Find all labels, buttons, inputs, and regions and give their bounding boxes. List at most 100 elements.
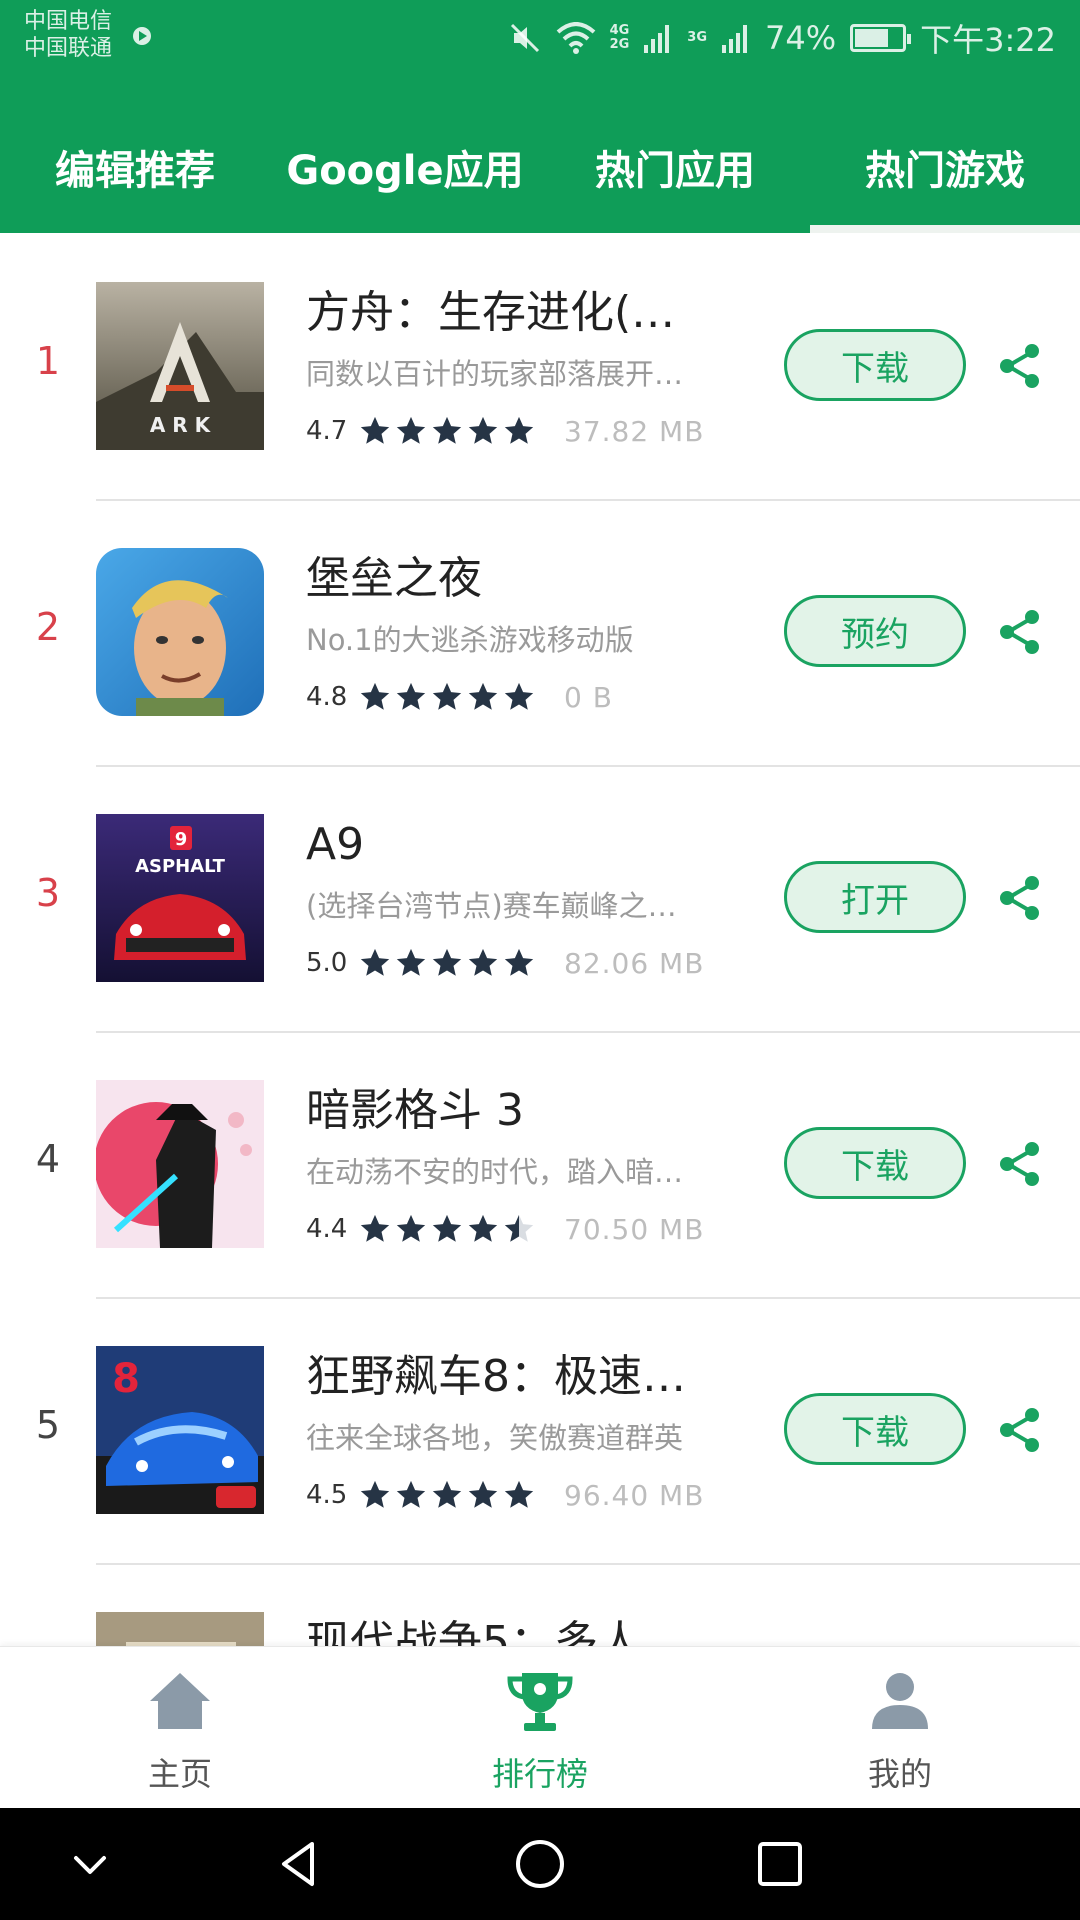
star-icon bbox=[360, 1214, 390, 1242]
game-ranking-list[interactable]: 1 A R K 方舟：生存进化(… 同数以百计的玩家部落展开… 4.7 37.82 MB 下… bbox=[0, 233, 1080, 1646]
mute-icon bbox=[510, 23, 539, 53]
app-description: (选择台湾节点)赛车巅峰之… bbox=[306, 889, 677, 923]
star-rating bbox=[358, 1212, 536, 1246]
star-rating bbox=[358, 414, 536, 448]
app-size: 70.50 MB bbox=[564, 1212, 705, 1246]
star-icon bbox=[468, 682, 498, 710]
star-icon bbox=[504, 1214, 534, 1242]
chevron-down-icon[interactable] bbox=[62, 1836, 118, 1892]
star-icon bbox=[468, 948, 498, 976]
star-icon bbox=[468, 1214, 498, 1242]
carrier-2: 中国联通 bbox=[24, 36, 113, 61]
rank-number: 1 bbox=[35, 339, 61, 383]
status-icons: 4G 2G 3G 74% 下午3:22 bbox=[508, 16, 1056, 60]
star-icon bbox=[504, 1480, 534, 1508]
share-icon[interactable] bbox=[994, 606, 1046, 658]
nav-item-1[interactable]: 排行榜 bbox=[360, 1647, 720, 1808]
app-name[interactable]: 现代战争5：多人… bbox=[306, 1615, 706, 1646]
share-icon[interactable] bbox=[994, 1404, 1046, 1456]
star-icon bbox=[360, 948, 390, 976]
rank-number: 3 bbox=[35, 871, 61, 915]
star-rating bbox=[358, 680, 536, 714]
tab-1[interactable]: Google应用 bbox=[270, 112, 540, 233]
app-name[interactable]: 堡垒之夜 bbox=[306, 551, 706, 607]
action-button[interactable]: 打开 bbox=[784, 861, 966, 933]
app-description: 往来全球各地，笑傲赛道群英 bbox=[306, 1421, 684, 1455]
back-icon[interactable] bbox=[272, 1836, 328, 1892]
app-name[interactable]: 方舟：生存进化(… bbox=[306, 285, 706, 341]
wifi-icon bbox=[556, 22, 595, 54]
star-icon bbox=[504, 416, 534, 444]
app-size: 82.06 MB bbox=[564, 946, 705, 980]
nav-label: 主页 bbox=[147, 1755, 212, 1793]
nav-item-0[interactable]: 主页 bbox=[0, 1647, 360, 1808]
star-icon bbox=[396, 1480, 426, 1508]
action-button[interactable]: 下载 bbox=[784, 1127, 966, 1199]
network-type-label-2: 3G bbox=[687, 30, 707, 45]
category-tabs: 编辑推荐 Google应用 热门应用 热门游戏 bbox=[0, 112, 1080, 233]
share-icon[interactable] bbox=[994, 872, 1046, 924]
modern-combat-game-icon-art bbox=[96, 1612, 264, 1646]
home-circle-icon[interactable] bbox=[512, 1836, 568, 1892]
rating-value: 4.7 bbox=[306, 416, 348, 446]
app-meta: 4.5 96.40 MB bbox=[306, 1475, 704, 1515]
share-icon[interactable] bbox=[994, 1138, 1046, 1190]
tab-label: 热门应用 bbox=[595, 148, 755, 194]
rank-number: 5 bbox=[35, 1403, 61, 1447]
tab-2[interactable]: 热门应用 bbox=[540, 112, 810, 233]
asphalt-game-icon[interactable]: 9 ASPHALT bbox=[96, 814, 264, 982]
star-icon bbox=[504, 682, 534, 710]
app-size: 96.40 MB bbox=[564, 1478, 705, 1512]
person-icon bbox=[872, 1673, 928, 1729]
app-meta: 4.8 0 B bbox=[306, 677, 613, 717]
bottom-navigation: 主页 排行榜 我的 bbox=[0, 1646, 1080, 1808]
asphalt8-game-icon[interactable]: 8 bbox=[96, 1346, 264, 1514]
app-meta: 4.7 37.82 MB bbox=[306, 411, 704, 451]
app-description: No.1的大逃杀游戏移动版 bbox=[306, 623, 634, 657]
action-button[interactable]: 预约 bbox=[784, 595, 966, 667]
star-rating bbox=[358, 946, 536, 980]
rating-value: 4.8 bbox=[306, 682, 348, 712]
app-meta: 4.4 70.50 MB bbox=[306, 1209, 704, 1249]
share-icon[interactable] bbox=[994, 340, 1046, 392]
modern-combat-game-icon[interactable] bbox=[96, 1612, 264, 1646]
system-navigation-bar bbox=[0, 1808, 1080, 1920]
shadow-fight-game-icon[interactable] bbox=[96, 1080, 264, 1248]
fortnite-game-icon[interactable] bbox=[96, 548, 264, 716]
list-item[interactable]: 1 A R K 方舟：生存进化(… 同数以百计的玩家部落展开… 4.7 37.82 MB 下… bbox=[0, 233, 1080, 499]
star-icon bbox=[432, 682, 462, 710]
fortnite-game-icon-art bbox=[96, 548, 264, 716]
tab-label: 热门游戏 bbox=[865, 148, 1025, 194]
nav-item-2[interactable]: 我的 bbox=[720, 1647, 1080, 1808]
action-button[interactable]: 下载 bbox=[784, 329, 966, 401]
trophy-icon bbox=[507, 1673, 573, 1731]
ark-game-icon[interactable]: A R K bbox=[96, 282, 264, 450]
star-icon bbox=[432, 948, 462, 976]
svg-text:ASPHALT: ASPHALT bbox=[135, 856, 226, 877]
app-name[interactable]: 暗影格斗 3 bbox=[306, 1083, 706, 1139]
star-icon bbox=[360, 1480, 390, 1508]
nav-label: 排行榜 bbox=[491, 1755, 588, 1793]
app-name[interactable]: A9 bbox=[306, 817, 706, 873]
list-item[interactable]: 5 8 狂野飙车8：极速… 往来全球各地，笑傲赛道群英 4.5 96.40 MB 下载 bbox=[0, 1297, 1080, 1563]
signal-icon-2 bbox=[722, 25, 747, 53]
list-item[interactable]: 3 9 ASPHALT A9 (选择台湾节点)赛车巅峰之… 5.0 82.06 MB 打开 bbox=[0, 765, 1080, 1031]
action-button[interactable]: 下载 bbox=[784, 1393, 966, 1465]
tab-3[interactable]: 热门游戏 bbox=[810, 112, 1080, 233]
list-item[interactable]: 6现代战争5：多人… bbox=[0, 1563, 1080, 1646]
tab-0[interactable]: 编辑推荐 bbox=[0, 112, 270, 233]
list-item[interactable]: 4 暗影格斗 3 在动荡不安的时代，踏入暗… 4.4 70.50 MB 下载 bbox=[0, 1031, 1080, 1297]
network-type-label: 4G 2G bbox=[609, 23, 630, 52]
app-size: 37.82 MB bbox=[564, 414, 705, 448]
signal-icon-1 bbox=[644, 25, 670, 53]
app-name[interactable]: 狂野飙车8：极速… bbox=[306, 1349, 706, 1405]
rating-value: 4.5 bbox=[306, 1480, 348, 1510]
star-icon bbox=[504, 948, 534, 976]
app-header: 中国电信 中国联通 4G 2G 3G 74% 下午3:22 编辑推荐 Googl… bbox=[0, 0, 1080, 233]
star-icon bbox=[468, 1480, 498, 1508]
recents-icon[interactable] bbox=[752, 1836, 808, 1892]
battery-level bbox=[855, 29, 889, 47]
nav-label: 我的 bbox=[867, 1755, 932, 1793]
list-item[interactable]: 2 堡垒之夜 No.1的大逃杀游戏移动版 4.8 0 B 预约 bbox=[0, 499, 1080, 765]
star-icon bbox=[432, 416, 462, 444]
